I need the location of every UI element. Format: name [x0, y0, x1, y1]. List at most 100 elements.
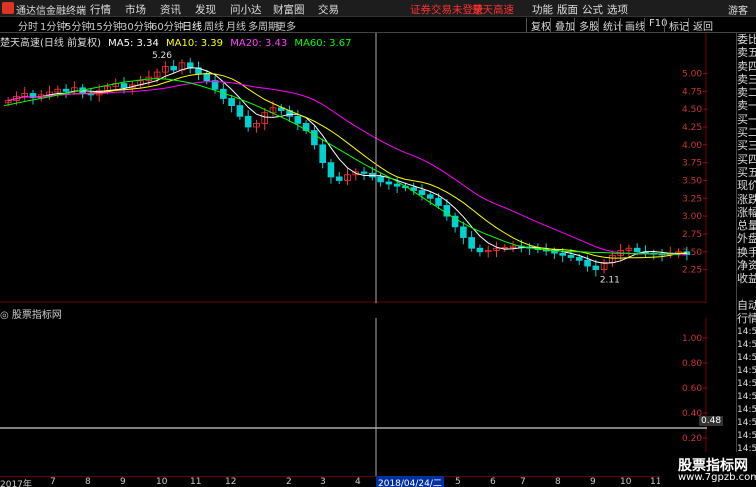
quote-field-label: 收益: [737, 272, 756, 286]
cursor-date: 2018/04/24/二: [376, 476, 444, 487]
menu-bar: 通达信金融终端 行情 市场 资讯 发现 问小达 财富圈 交易 证券交易未登录 楚…: [0, 0, 756, 17]
menu-item-wealth[interactable]: 财富圈: [273, 2, 305, 17]
stock-notice[interactable]: 楚天高速: [472, 2, 514, 17]
ma60-value: MA60: 3.67: [294, 38, 352, 49]
menu-item-options[interactable]: 选项: [607, 2, 628, 17]
y-tick-label: 3.00: [682, 212, 702, 222]
sub-y-label: 1.00: [682, 334, 702, 344]
candle-body: [236, 105, 244, 117]
sub-y-label: 0.20: [682, 434, 702, 444]
quote-field-label: 涨幅: [737, 205, 756, 219]
quote-field-label: 买四: [737, 152, 756, 166]
tab-15min[interactable]: 15分钟: [90, 18, 123, 33]
x-axis-label: 9: [120, 477, 126, 487]
y-tick-label: 3.75: [682, 159, 702, 169]
candle-body: [567, 254, 575, 258]
trade-time: 14:56: [737, 378, 756, 389]
menu-item-layout[interactable]: 版面: [557, 2, 578, 17]
trade-time: 14:56: [737, 417, 756, 428]
trade-time: 14:56: [737, 326, 756, 337]
trade-time: 14:56: [737, 352, 756, 363]
multi-stock-button[interactable]: 多股: [574, 18, 599, 33]
x-axis-label: 10: [156, 477, 168, 487]
quote-field-label: 现价: [737, 179, 756, 193]
tab-daily[interactable]: 日线: [182, 18, 202, 33]
high-price-label: 5.26: [152, 51, 172, 61]
candle-body: [468, 237, 475, 249]
tab-intraday[interactable]: 分时: [18, 18, 38, 33]
candle-body: [294, 115, 302, 124]
candle-body: [418, 190, 426, 196]
quote-field-label: 净资: [737, 259, 756, 273]
ma60-line: [3, 77, 681, 256]
tab-30min[interactable]: 30分钟: [121, 18, 154, 33]
quote-field-label: 卖三: [737, 72, 756, 86]
x-axis-label: 5: [455, 477, 461, 487]
tab-multi-period[interactable]: 多周期: [248, 18, 278, 33]
menu-item-exchange[interactable]: 市场: [125, 2, 146, 17]
quote-field-label: 卖五: [737, 46, 756, 60]
menu-item-discover[interactable]: 发现: [195, 2, 216, 17]
ma10-value: MA10: 3.39: [166, 38, 224, 49]
date-axis: 2017年78910111223456789101112: [0, 476, 707, 487]
candle-body: [228, 98, 235, 107]
quote-field-label: 买五: [737, 165, 756, 179]
sub-y-label: 0.80: [682, 359, 702, 369]
y-tick-label: 4.50: [682, 105, 702, 115]
ma5-line: [7, 67, 687, 264]
y-tick-label: 2.75: [682, 230, 702, 240]
quote-field-label: 委比: [737, 33, 756, 46]
candle-body: [385, 181, 393, 185]
indicator-chart[interactable]: 1.000.800.600.400.20: [0, 318, 707, 476]
menu-item-function[interactable]: 功能: [532, 2, 553, 17]
x-axis-label: 11: [190, 477, 202, 487]
menu-item-news[interactable]: 资讯: [160, 2, 181, 17]
tab-5min[interactable]: 5分钟: [65, 18, 91, 33]
mark-button[interactable]: 标记: [664, 18, 689, 33]
candle-body: [460, 226, 467, 238]
candle-body: [311, 130, 318, 146]
adjust-button[interactable]: 复权: [526, 18, 551, 33]
tab-weekly[interactable]: 周线: [204, 18, 224, 33]
candle-body: [575, 257, 583, 261]
tab-1min[interactable]: 1分钟: [40, 18, 66, 33]
overlay-button[interactable]: 叠加: [550, 18, 575, 33]
candle-body: [62, 88, 70, 92]
quote-field-label: 行情: [737, 312, 756, 326]
y-tick-label: 4.75: [682, 87, 702, 97]
draw-line-button[interactable]: 画线: [620, 18, 645, 33]
y-tick-label: 4.25: [682, 123, 702, 133]
y-tick-label: 3.25: [682, 194, 702, 204]
candle-body: [186, 62, 194, 69]
menu-item-ask[interactable]: 问小达: [230, 2, 262, 17]
menu-item-trade[interactable]: 交易: [318, 2, 339, 17]
y-tick-label: 4.00: [682, 141, 702, 151]
tab-monthly[interactable]: 月线: [226, 18, 246, 33]
kline-chart[interactable]: 5.00 4.75 4.50 4.25 4.00 3.75 3.50 3.25 3.00 2.75…: [0, 33, 707, 303]
quote-field-label: 卖一: [737, 99, 756, 113]
back-button[interactable]: 返回: [688, 18, 713, 33]
trade-time: 14:56: [737, 404, 756, 415]
menu-item-market[interactable]: 行情: [90, 2, 111, 17]
x-axis-label: 10: [620, 477, 632, 487]
trade-time: 14:56: [737, 339, 756, 350]
guest-label[interactable]: 游客: [728, 2, 748, 17]
ma-legend: 楚天高速(日线 前复权) MA5: 3.34 MA10: 3.39 MA20: …: [0, 34, 355, 49]
candle-body: [335, 176, 343, 181]
menu-item-formula[interactable]: 公式: [582, 2, 603, 17]
candle-body: [377, 176, 384, 183]
candle-body: [592, 265, 600, 271]
tab-60min[interactable]: 60分钟: [151, 18, 184, 33]
y-tick-label: 2.25: [682, 266, 702, 276]
quote-panel: 委比卖五卖四卖三卖二卖一买一买二买三买四买五现价涨跌涨幅总量外盘换手净资收益 自…: [736, 33, 756, 487]
x-axis-label: 6: [490, 477, 496, 487]
x-axis-label: 8: [85, 477, 91, 487]
quote-field-label: 换手: [737, 245, 756, 259]
quote-field-label: 总量: [737, 219, 756, 233]
tab-more[interactable]: 更多: [276, 18, 296, 33]
y-tick-label: 3.50: [682, 176, 702, 186]
quote-field-label: 买二: [737, 126, 756, 140]
quote-field-label: 卖四: [737, 59, 756, 73]
x-axis-label: 9: [590, 477, 596, 487]
candle-body: [633, 247, 641, 253]
